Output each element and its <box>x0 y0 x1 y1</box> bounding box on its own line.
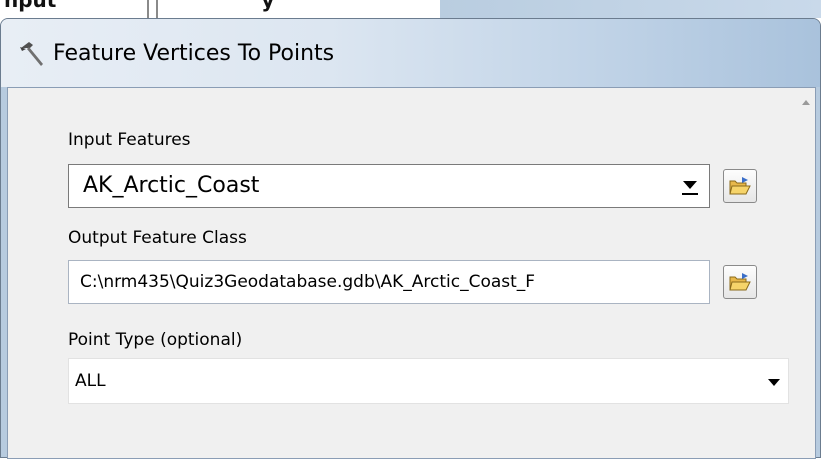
output-feature-class-label: Output Feature Class <box>68 228 247 248</box>
input-features-value: AK_Arctic_Coast <box>83 173 260 198</box>
dialog-content: Input Features AK_Arctic_Coast Output Fe… <box>7 87 816 459</box>
point-type-value: ALL <box>75 371 106 391</box>
input-features-combo[interactable]: AK_Arctic_Coast <box>68 164 710 208</box>
input-features-browse-button[interactable] <box>723 169 757 203</box>
background-text-right: y <box>261 0 275 12</box>
background-text-left: nput <box>4 0 57 12</box>
title-bar[interactable]: Feature Vertices To Points <box>1 19 820 87</box>
input-features-dropdown-button[interactable] <box>677 173 703 199</box>
open-folder-icon <box>729 273 751 291</box>
output-feature-class-browse-button[interactable] <box>723 265 757 299</box>
output-feature-class-value: C:\nrm435\Quiz3Geodatabase.gdb\AK_Arctic… <box>80 272 536 292</box>
hammer-icon <box>20 42 43 66</box>
chevron-down-icon[interactable] <box>768 379 780 386</box>
vertical-scrollbar[interactable] <box>795 88 815 458</box>
background-text: nput y <box>4 0 274 12</box>
background-panel <box>440 0 821 18</box>
point-type-label: Point Type (optional) <box>68 330 243 350</box>
open-folder-icon <box>729 177 751 195</box>
chevron-down-icon <box>683 181 697 189</box>
window-title: Feature Vertices To Points <box>53 41 335 66</box>
scroll-up-icon[interactable] <box>802 100 810 105</box>
point-type-select[interactable]: ALL <box>68 358 789 404</box>
output-feature-class-field[interactable]: C:\nrm435\Quiz3Geodatabase.gdb\AK_Arctic… <box>68 260 710 304</box>
dropdown-underline <box>682 193 698 195</box>
input-features-label: Input Features <box>68 130 191 150</box>
background-divider <box>156 0 158 18</box>
tool-dialog-window: Feature Vertices To Points Input Feature… <box>0 18 821 459</box>
background-divider <box>147 0 149 18</box>
background-area: nput y <box>0 0 821 18</box>
